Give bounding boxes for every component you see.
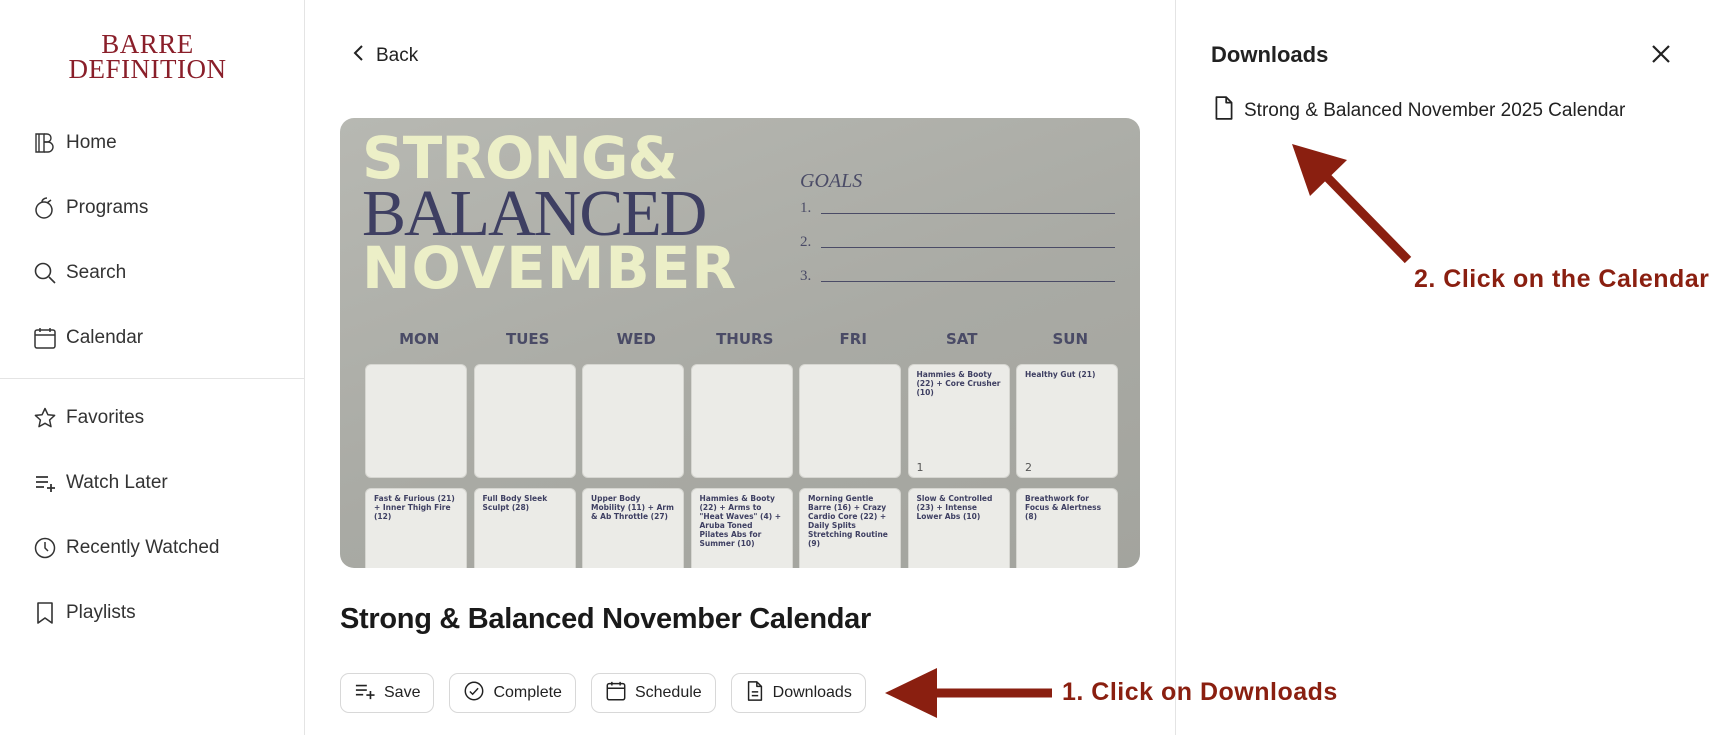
calendar-cell: Healthy Gut (21) 2	[1016, 364, 1118, 478]
sidebar-item-favorites[interactable]: Favorites	[32, 385, 219, 450]
sidebar-item-watch-later[interactable]: Watch Later	[32, 450, 219, 515]
calendar-cell: Breathwork for Focus & Alertness (8)	[1016, 488, 1118, 568]
playlist-add-icon	[32, 470, 58, 496]
annotation-step-2: 2. Click on the Calendar	[1414, 265, 1710, 293]
primary-nav: Home Programs Search Calendar	[32, 110, 148, 370]
calendar-cell: Hammies & Booty (22) + Arms to "Heat Wav…	[690, 488, 793, 568]
main-content: Back STRONG& BALANCED NOVEMBER GOALS 1. …	[305, 0, 1175, 735]
calendar-cell: Fast & Furious (21) + Inner Thigh Fire (…	[365, 488, 467, 568]
cell-text: Breathwork for Focus & Alertness (8)	[1025, 494, 1102, 521]
save-button[interactable]: Save	[340, 673, 435, 713]
weekday: TUES	[506, 330, 550, 348]
calendar-cell	[799, 364, 901, 478]
home-icon	[32, 130, 58, 156]
calendar-icon	[605, 680, 627, 707]
cell-text: Hammies & Booty (22) + Core Crusher (10)	[916, 370, 1001, 397]
goals-title: GOALS	[800, 170, 863, 192]
schedule-label: Schedule	[634, 684, 702, 701]
cell-text: Healthy Gut (21)	[1025, 370, 1096, 379]
calendar-cell	[473, 364, 576, 478]
weekday: SUN	[1052, 330, 1089, 348]
panel-title: Downloads	[1211, 42, 1329, 67]
goal-number: 2.	[800, 234, 812, 250]
cell-text: Fast & Furious (21) + Inner Thigh Fire (…	[374, 494, 455, 521]
clock-icon	[32, 535, 58, 561]
annotation-step-1: 1. Click on Downloads	[1062, 678, 1338, 706]
star-icon	[32, 405, 58, 431]
secondary-nav: Favorites Watch Later Recently Watched P…	[32, 385, 219, 645]
sidebar-item-label: Watch Later	[66, 471, 168, 493]
complete-label: Complete	[493, 684, 562, 701]
check-circle-icon	[463, 680, 485, 707]
cell-text: Upper Body Mobility (11) + Arm & Ab Thro…	[591, 494, 674, 521]
sidebar-item-home[interactable]: Home	[32, 110, 148, 175]
calendar-preview-image: STRONG& BALANCED NOVEMBER GOALS 1. 2. 3.…	[340, 118, 1140, 568]
weekday: WED	[616, 330, 656, 348]
search-icon	[32, 260, 58, 286]
calendar-cell: Morning Gentle Barre (16) + Crazy Cardio…	[799, 488, 901, 568]
complete-button[interactable]: Complete	[449, 673, 576, 713]
calendar-cell: Hammies & Booty (22) + Core Crusher (10)…	[907, 364, 1010, 478]
goal-line: 3.	[800, 268, 1115, 285]
weekday: FRI	[839, 330, 867, 348]
goal-number: 3.	[800, 268, 812, 284]
downloads-button[interactable]: Downloads	[730, 673, 866, 713]
back-label: Back	[376, 44, 419, 66]
sidebar-item-label: Recently Watched	[66, 536, 220, 558]
cell-text: Morning Gentle Barre (16) + Crazy Cardio…	[808, 494, 888, 548]
calendar-cell: Upper Body Mobility (11) + Arm & Ab Thro…	[582, 488, 684, 568]
goal-line: 1.	[800, 200, 1115, 217]
logo-line-2: DEFINITION	[68, 54, 227, 84]
sidebar-item-calendar[interactable]: Calendar	[32, 305, 148, 370]
sidebar-item-programs[interactable]: Programs	[32, 175, 148, 240]
cell-text: Hammies & Booty (22) + Arms to "Heat Wav…	[699, 494, 782, 548]
playlist-add-icon	[354, 681, 376, 706]
weekday: THURS	[716, 330, 774, 348]
sidebar-item-label: Calendar	[66, 326, 144, 348]
download-item-calendar[interactable]: Strong & Balanced November 2025 Calendar	[1213, 95, 1625, 126]
weekday-header: MON TUES WED THURS FRI SAT SUN	[365, 330, 1125, 348]
calendar-cell: Full Body Sleek Sculpt (28)	[473, 488, 576, 568]
programs-icon	[32, 195, 58, 221]
calendar-icon	[32, 325, 58, 351]
cell-text: Full Body Sleek Sculpt (28)	[482, 494, 548, 512]
goal-line: 2.	[800, 234, 1115, 251]
action-bar: Save Complete Schedule Downloads	[340, 673, 866, 713]
download-item-label: Strong & Balanced November 2025 Calendar	[1244, 99, 1626, 121]
cell-text: Slow & Controlled (23) + Intense Lower A…	[916, 494, 993, 521]
calendar-cell	[690, 364, 793, 478]
save-label: Save	[384, 684, 421, 701]
close-icon[interactable]	[1649, 42, 1673, 66]
cell-date: 2	[1025, 461, 1032, 474]
cell-date: 1	[916, 461, 924, 474]
sidebar-item-search[interactable]: Search	[32, 240, 148, 305]
sidebar-item-label: Playlists	[66, 601, 136, 623]
schedule-button[interactable]: Schedule	[590, 673, 716, 713]
file-icon	[1213, 95, 1235, 126]
sidebar-item-label: Favorites	[66, 406, 145, 428]
sidebar-item-label: Search	[66, 261, 127, 283]
goal-number: 1.	[800, 200, 812, 216]
page-title: Strong & Balanced November Calendar	[340, 603, 871, 635]
calendar-cell	[582, 364, 684, 478]
file-icon	[745, 680, 765, 707]
sidebar-item-label: Programs	[66, 196, 149, 218]
back-button[interactable]: Back	[352, 44, 418, 67]
calendar-cell: Slow & Controlled (23) + Intense Lower A…	[907, 488, 1010, 568]
sidebar-item-label: Home	[66, 131, 117, 153]
downloads-panel: Downloads Strong & Balanced November 202…	[1175, 0, 1712, 735]
calendar-cell	[365, 364, 467, 478]
sidebar-item-playlists[interactable]: Playlists	[32, 580, 219, 645]
downloads-label: Downloads	[772, 684, 852, 701]
bookmark-icon	[32, 600, 58, 626]
sidebar: BARRE DEFINITION Home Programs Search Ca…	[0, 0, 305, 735]
sidebar-item-recently-watched[interactable]: Recently Watched	[32, 515, 219, 580]
brand-logo[interactable]: BARRE DEFINITION	[0, 31, 295, 84]
chevron-left-icon	[352, 44, 366, 67]
weekday: MON	[399, 330, 440, 348]
weekday: SAT	[946, 330, 978, 348]
sidebar-divider	[0, 378, 305, 379]
hero-title-november: NOVEMBER	[362, 234, 738, 302]
